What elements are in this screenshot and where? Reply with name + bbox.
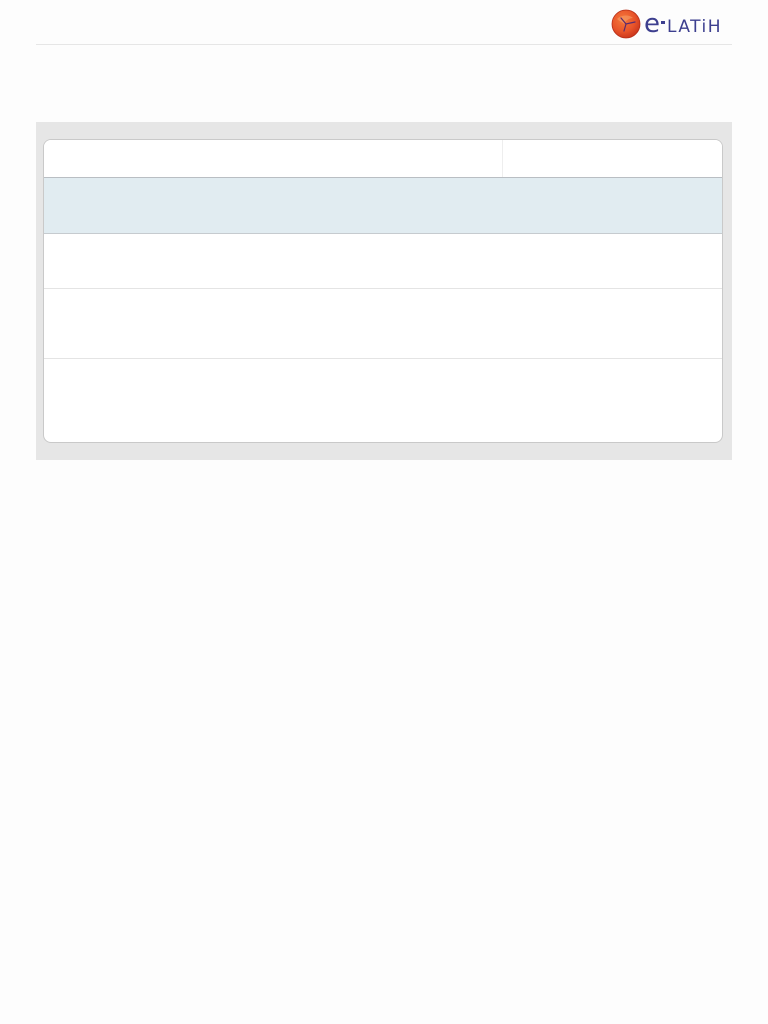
logo-text-e: e	[643, 9, 660, 39]
page-header: e LATiH	[36, 0, 732, 45]
table-cell	[44, 234, 502, 288]
table-cell	[502, 359, 722, 442]
table-row[interactable]	[44, 289, 722, 359]
table-cell	[44, 359, 502, 442]
table-cell	[502, 178, 722, 233]
e-latih-logo-mark-icon	[611, 9, 641, 39]
table-row[interactable]	[44, 359, 722, 442]
page: e LATiH	[0, 0, 768, 1024]
table-cell	[44, 178, 502, 233]
table-row[interactable]	[44, 234, 722, 289]
table-cell	[44, 289, 502, 358]
table-cell	[502, 289, 722, 358]
logo-text-latih: LATiH	[666, 17, 722, 37]
e-latih-logo-text: e LATiH	[644, 11, 722, 37]
table-header-cell	[44, 140, 502, 177]
content-panel	[36, 122, 732, 460]
logo-text-dash	[660, 21, 665, 24]
table-header-row	[44, 140, 722, 178]
table-header-cell	[502, 140, 722, 177]
data-table	[43, 139, 723, 443]
e-latih-logo[interactable]: e LATiH	[611, 8, 722, 40]
table-cell	[502, 234, 722, 288]
table-row-highlighted[interactable]	[44, 178, 722, 234]
